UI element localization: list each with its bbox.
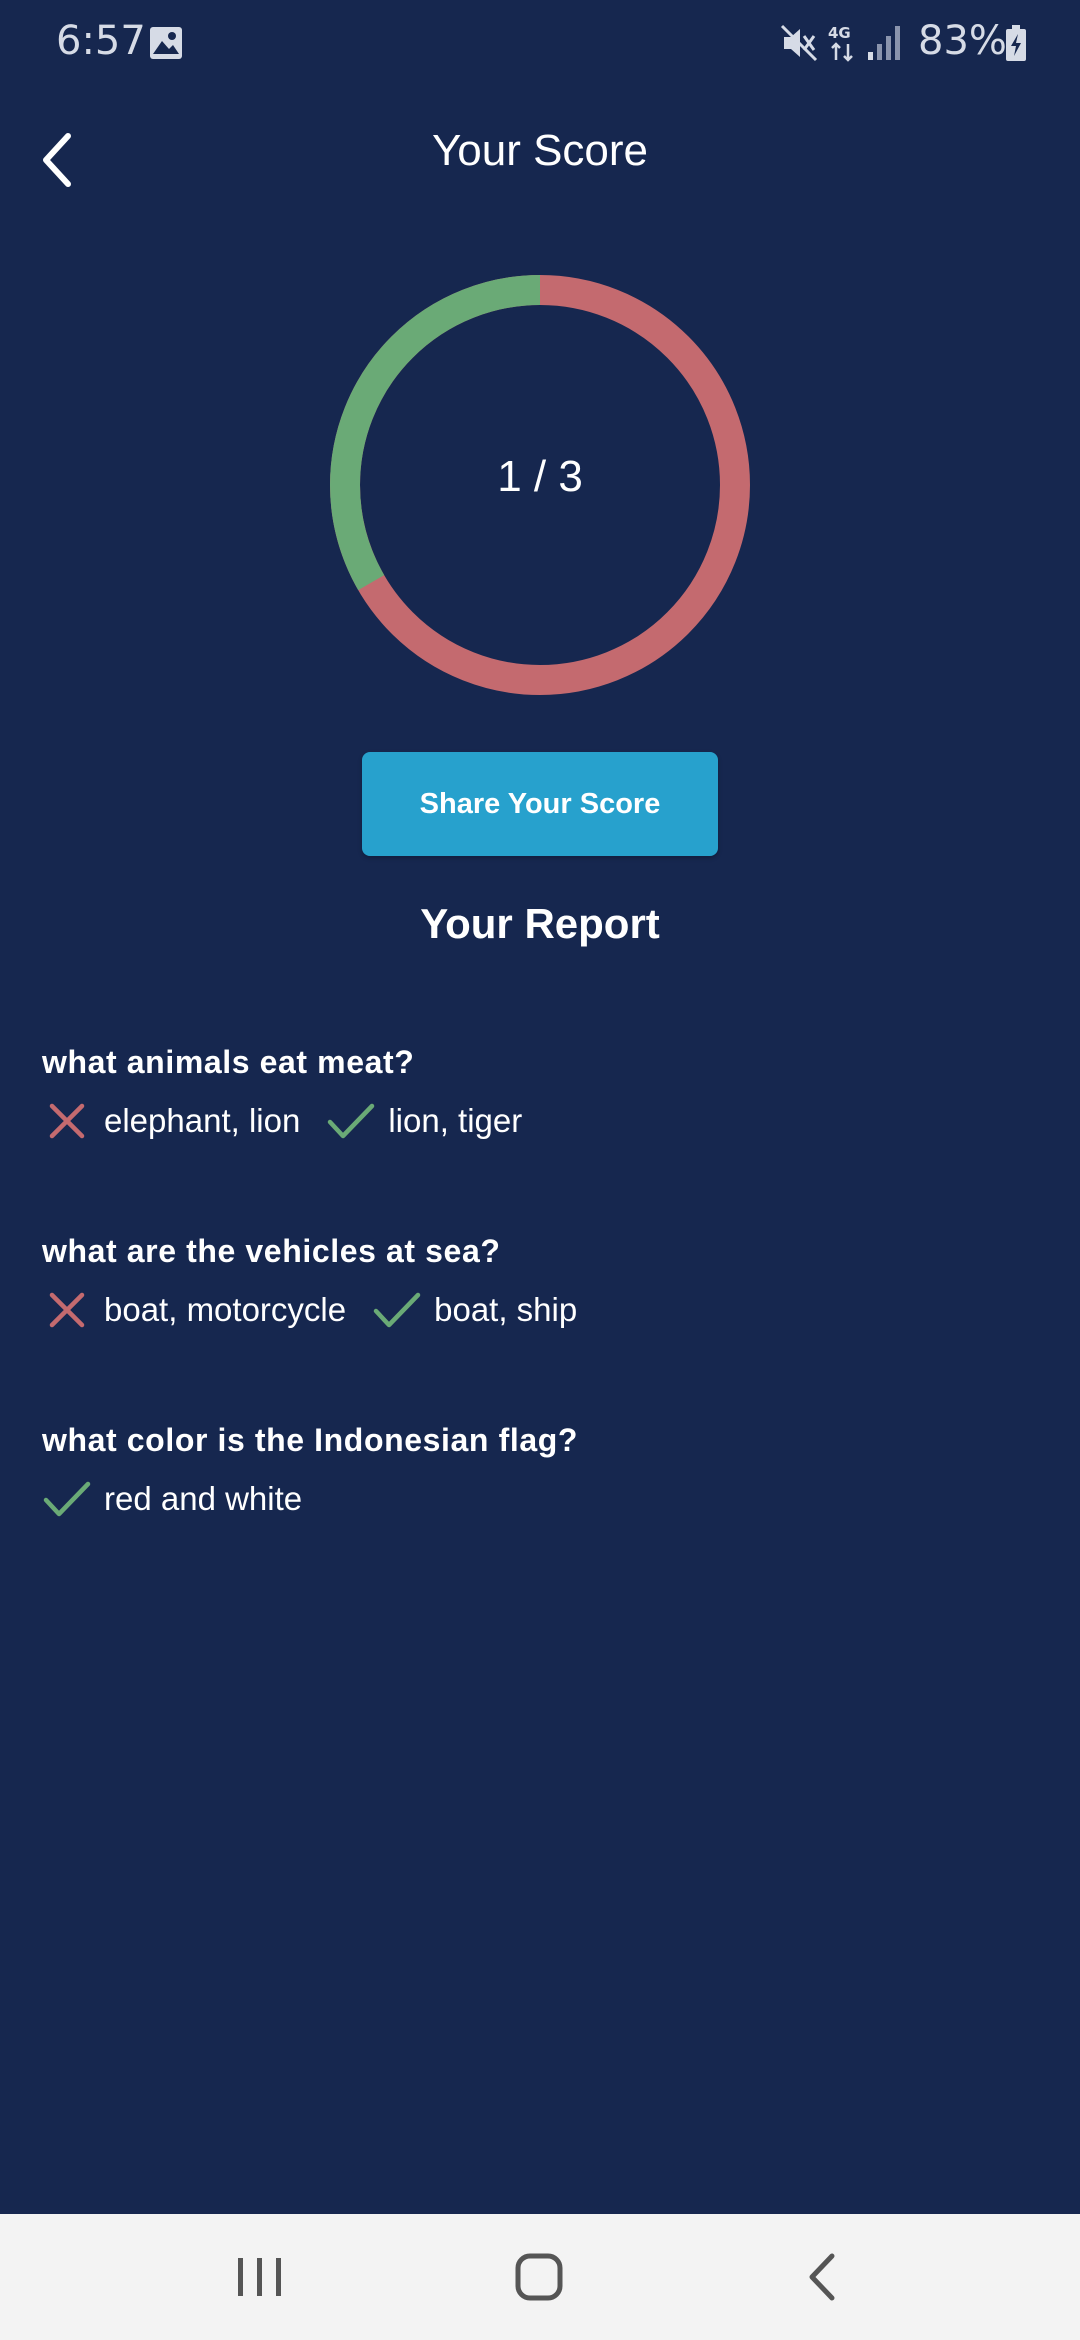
check-icon	[326, 1096, 376, 1146]
check-icon	[372, 1285, 422, 1335]
status-time: 6:57	[56, 18, 146, 64]
question-text: what animals eat meat?	[42, 1044, 415, 1080]
question-text: what are the vehicles at sea?	[42, 1233, 501, 1269]
report-title: Your Report	[420, 900, 660, 947]
correct-answer: lion, tiger	[326, 1096, 522, 1146]
cross-icon	[42, 1096, 92, 1146]
system-nav-bar	[0, 2214, 1080, 2340]
answer-text: boat, ship	[434, 1291, 578, 1328]
report-item: what animals eat meat? elephant, lion lion…	[42, 1040, 1042, 1229]
report-item: what are the vehicles at sea? boat, motor…	[42, 1229, 1042, 1418]
question-text: what color is the Indonesian flag?	[42, 1422, 579, 1458]
score-text: 1 / 3	[497, 452, 583, 501]
answer-row: boat, motorcycle boat, ship	[42, 1285, 1042, 1335]
answer-text: elephant, lion	[104, 1102, 301, 1139]
check-icon	[42, 1474, 92, 1524]
back-icon[interactable]	[800, 2250, 846, 2304]
answer-row: red and white	[42, 1474, 1042, 1524]
share-score-button[interactable]: Share Your Score	[362, 752, 718, 856]
cross-icon	[42, 1285, 92, 1335]
mute-icon	[780, 24, 818, 62]
answer-text: boat, motorcycle	[104, 1291, 347, 1328]
battery-charging-icon	[1006, 25, 1026, 61]
signal-icon	[868, 26, 900, 60]
network-4g-icon: 4G	[828, 24, 853, 62]
correct-answer: red and white	[42, 1474, 302, 1524]
incorrect-answer: elephant, lion	[42, 1096, 300, 1146]
correct-answer: boat, ship	[372, 1285, 577, 1335]
report-list: what animals eat meat? elephant, lion lion…	[42, 1040, 1042, 1607]
battery-percent: 83%	[918, 18, 1007, 64]
gallery-notification-icon	[150, 27, 182, 59]
incorrect-answer: boat, motorcycle	[42, 1285, 346, 1335]
answer-row: elephant, lion lion, tiger	[42, 1096, 1042, 1146]
answer-text: red and white	[104, 1480, 303, 1517]
answer-text: lion, tiger	[388, 1102, 523, 1139]
status-bar: 6:57 4G 83%	[0, 0, 1080, 86]
report-item: what color is the Indonesian flag? red an…	[42, 1418, 1042, 1607]
home-icon[interactable]	[512, 2250, 568, 2304]
recents-icon[interactable]	[232, 2254, 288, 2300]
page-title: Your Score	[431, 126, 649, 175]
svg-text:4G: 4G	[828, 24, 851, 42]
